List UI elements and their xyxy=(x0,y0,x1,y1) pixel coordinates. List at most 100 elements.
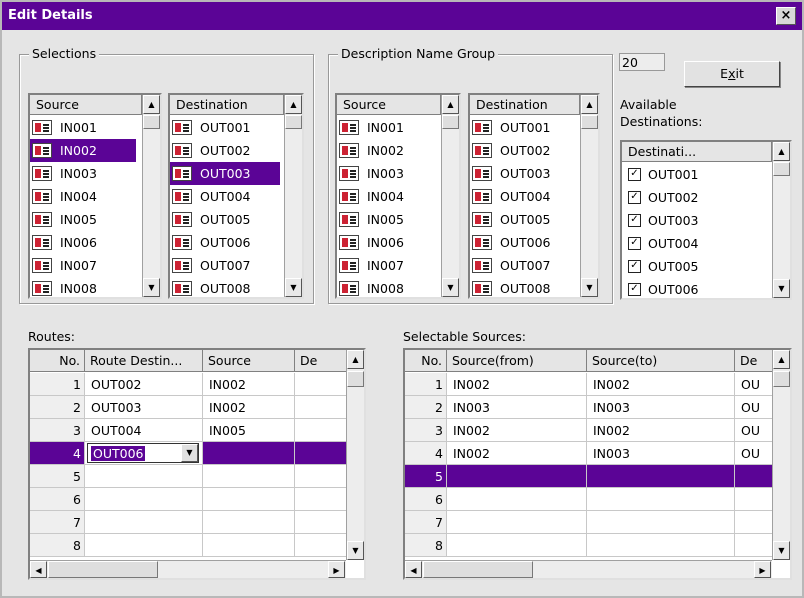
table-cell[interactable] xyxy=(85,465,203,488)
table-cell[interactable]: IN002 xyxy=(587,419,735,442)
table-cell[interactable] xyxy=(447,488,587,511)
scroll-down-button[interactable]: ▼ xyxy=(442,278,459,297)
table-cell[interactable]: OU xyxy=(735,373,775,396)
table-cell[interactable]: OUT003 xyxy=(85,396,203,419)
list-item[interactable]: OUT006 xyxy=(170,231,284,254)
scroll-up-button[interactable]: ▲ xyxy=(442,95,459,114)
scroll-down-button[interactable]: ▼ xyxy=(773,279,790,298)
close-button[interactable]: × xyxy=(776,7,796,25)
column-header[interactable]: No. xyxy=(30,350,85,372)
list-item[interactable]: IN002 xyxy=(337,139,441,162)
table-cell[interactable]: IN003 xyxy=(587,442,735,465)
table-cell[interactable]: OU xyxy=(735,396,775,419)
vertical-scrollbar[interactable]: ▲ ▼ xyxy=(580,95,598,297)
list-item[interactable]: IN004 xyxy=(337,185,441,208)
table-cell[interactable] xyxy=(295,534,350,557)
table-cell[interactable] xyxy=(295,442,350,465)
list-header[interactable]: Source xyxy=(30,95,142,115)
table-cell[interactable] xyxy=(295,488,350,511)
list-item[interactable]: OUT008 xyxy=(170,277,284,297)
scroll-down-button[interactable]: ▼ xyxy=(347,541,364,560)
hscroll-thumb[interactable] xyxy=(48,561,158,578)
table-cell[interactable] xyxy=(735,488,775,511)
list-item[interactable]: ✓ OUT004 xyxy=(622,232,772,255)
list-item[interactable]: ✓ OUT001 xyxy=(622,163,772,186)
list-item[interactable]: ✓ OUT006 xyxy=(622,278,772,298)
scroll-down-button[interactable]: ▼ xyxy=(581,278,598,297)
scroll-right-button[interactable]: ▶ xyxy=(328,561,345,578)
table-cell[interactable] xyxy=(295,396,350,419)
scroll-up-button[interactable]: ▲ xyxy=(143,95,160,114)
table-cell[interactable]: IN002 xyxy=(203,373,295,396)
checkbox-checked-icon[interactable]: ✓ xyxy=(628,237,641,250)
scroll-thumb[interactable] xyxy=(285,115,302,129)
column-header[interactable]: Source(from) xyxy=(447,350,587,372)
list-item[interactable]: OUT005 xyxy=(470,208,580,231)
vertical-scrollbar[interactable]: ▲ ▼ xyxy=(441,95,459,297)
table-cell[interactable] xyxy=(295,465,350,488)
column-header[interactable]: No. xyxy=(405,350,447,372)
table-cell[interactable] xyxy=(295,511,350,534)
horizontal-scrollbar[interactable]: ◀ ▶ xyxy=(30,560,346,578)
exit-button[interactable]: Exit xyxy=(684,61,780,87)
scroll-right-button[interactable]: ▶ xyxy=(754,561,771,578)
table-cell[interactable]: IN002 xyxy=(447,442,587,465)
list-item[interactable]: IN006 xyxy=(30,231,142,254)
scroll-up-button[interactable]: ▲ xyxy=(773,350,790,369)
table-cell[interactable] xyxy=(203,534,295,557)
table-cell[interactable] xyxy=(447,511,587,534)
checkbox-checked-icon[interactable]: ✓ xyxy=(628,191,641,204)
title-bar[interactable]: Edit Details × xyxy=(2,2,802,30)
list-header[interactable]: Source xyxy=(337,95,441,115)
route-destination-combo[interactable]: OUT006 ▼ xyxy=(87,443,199,463)
list-item[interactable]: OUT007 xyxy=(470,254,580,277)
vertical-scrollbar[interactable]: ▲ ▼ xyxy=(142,95,160,297)
table-cell[interactable] xyxy=(447,465,587,488)
vertical-scrollbar[interactable]: ▲ ▼ xyxy=(284,95,302,297)
table-cell[interactable] xyxy=(85,511,203,534)
vertical-scrollbar[interactable]: ▲ ▼ xyxy=(772,142,790,298)
list-header[interactable]: Destinati... xyxy=(622,142,772,162)
list-item[interactable]: OUT004 xyxy=(470,185,580,208)
scroll-up-button[interactable]: ▲ xyxy=(773,142,790,161)
table-cell[interactable] xyxy=(587,465,735,488)
table-cell[interactable] xyxy=(447,534,587,557)
list-item[interactable]: IN008 xyxy=(337,277,441,297)
table-cell[interactable]: IN002 xyxy=(203,396,295,419)
list-item[interactable]: OUT005 xyxy=(170,208,284,231)
column-header[interactable]: Source xyxy=(203,350,295,372)
table-cell[interactable]: IN002 xyxy=(587,373,735,396)
checkbox-checked-icon[interactable]: ✓ xyxy=(628,260,641,273)
table-cell[interactable]: OUT002 xyxy=(85,373,203,396)
scroll-up-button[interactable]: ▲ xyxy=(285,95,302,114)
table-cell[interactable]: OUT004 xyxy=(85,419,203,442)
checkbox-checked-icon[interactable]: ✓ xyxy=(628,214,641,227)
scroll-up-button[interactable]: ▲ xyxy=(581,95,598,114)
available-destinations-list[interactable]: Destinati... ✓ OUT001 ✓ OUT002 ✓ OUT003 ✓ OUT004… xyxy=(620,140,792,300)
table-cell[interactable]: IN002 xyxy=(447,373,587,396)
list-item[interactable]: IN005 xyxy=(337,208,441,231)
scroll-thumb[interactable] xyxy=(442,115,459,129)
list-item[interactable]: OUT001 xyxy=(170,116,284,139)
list-item[interactable]: OUT002 xyxy=(170,139,284,162)
horizontal-scrollbar[interactable]: ◀ ▶ xyxy=(405,560,772,578)
table-cell[interactable] xyxy=(85,534,203,557)
table-cell[interactable] xyxy=(587,534,735,557)
list-item[interactable]: IN006 xyxy=(337,231,441,254)
table-cell[interactable] xyxy=(587,511,735,534)
column-header[interactable]: De xyxy=(295,350,350,372)
scroll-up-button[interactable]: ▲ xyxy=(347,350,364,369)
list-item[interactable]: OUT003 xyxy=(470,162,580,185)
column-header[interactable]: De xyxy=(735,350,775,372)
checkbox-checked-icon[interactable]: ✓ xyxy=(628,168,641,181)
table-cell[interactable]: IN003 xyxy=(587,396,735,419)
scroll-thumb[interactable] xyxy=(773,162,790,176)
table-cell[interactable] xyxy=(735,511,775,534)
column-header[interactable]: Route Destin... xyxy=(85,350,203,372)
list-item[interactable]: IN007 xyxy=(337,254,441,277)
vertical-scrollbar[interactable]: ▲ ▼ xyxy=(346,350,364,560)
list-item[interactable]: IN008 xyxy=(30,277,142,297)
list-item[interactable]: OUT001 xyxy=(470,116,580,139)
hscroll-thumb[interactable] xyxy=(423,561,533,578)
table-cell[interactable] xyxy=(203,488,295,511)
